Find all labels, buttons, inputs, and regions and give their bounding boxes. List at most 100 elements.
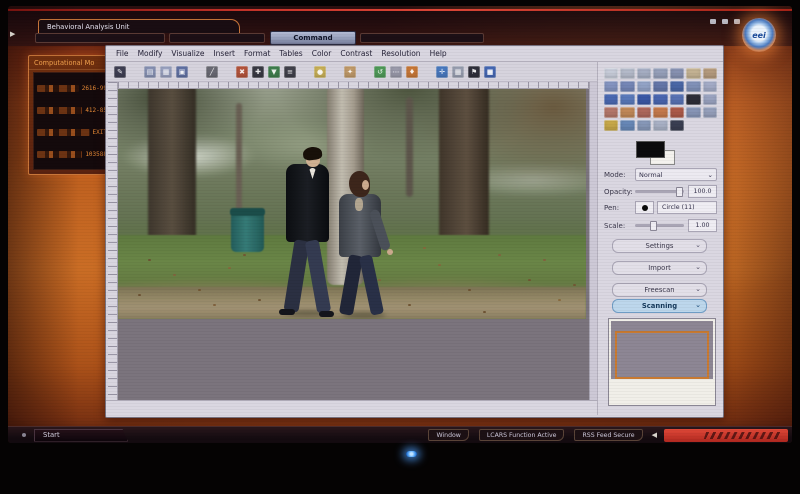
menu-insert[interactable]: Insert [213, 49, 235, 58]
select-by-color-icon[interactable] [670, 68, 684, 79]
window-control-dots[interactable] [710, 19, 740, 24]
align-icon[interactable] [670, 81, 684, 92]
readout-row: 412-85 [37, 104, 107, 116]
navigation-preview[interactable] [608, 318, 716, 406]
canvas-area[interactable] [108, 82, 597, 400]
flame-icon[interactable]: ♦ [406, 66, 418, 78]
tab-command[interactable]: Command [270, 31, 356, 45]
free-select-icon[interactable] [637, 68, 651, 79]
swatch-icon[interactable]: ■ [484, 66, 496, 78]
airbrush-icon[interactable] [670, 107, 684, 118]
eei-logo: eei [742, 18, 776, 52]
readout-row: 103588 [37, 148, 107, 160]
foreground-color-swatch[interactable] [636, 141, 665, 158]
open-folder-icon[interactable]: ▤ [144, 66, 156, 78]
layers-icon[interactable]: ≡ [284, 66, 296, 78]
paths-icon[interactable] [703, 68, 717, 79]
brush-preview[interactable] [635, 201, 654, 214]
shear-icon[interactable] [620, 94, 634, 105]
edge-arrow-icon[interactable]: ▶ [10, 30, 15, 38]
move-tool-icon[interactable] [653, 81, 667, 92]
taskbar-lcars-button[interactable]: LCARS Function Active [479, 429, 565, 441]
pencil-tool-icon[interactable] [620, 107, 634, 118]
menu-visualize[interactable]: Visualize [171, 49, 204, 58]
hand-icon[interactable]: ✦ [344, 66, 356, 78]
menu-help[interactable]: Help [430, 49, 447, 58]
menu-modify[interactable]: Modify [138, 49, 163, 58]
rect-select-icon[interactable] [604, 68, 618, 79]
shield-icon[interactable]: ▼ [268, 66, 280, 78]
tab-unlabeled-3[interactable] [360, 33, 484, 43]
settings-dropdown[interactable]: Settings ⌄ [612, 239, 707, 253]
magnify-icon[interactable] [620, 81, 634, 92]
scale-tool-icon[interactable] [604, 94, 618, 105]
menu-format[interactable]: Format [244, 49, 270, 58]
opacity-value[interactable]: 100.0 [688, 185, 717, 198]
heal-icon[interactable] [604, 120, 618, 131]
menu-bar: File Modify Visualize Insert Format Tables Col… [106, 46, 723, 62]
tab-behavioral-analysis-unit[interactable]: Behavioral Analysis Unit [38, 19, 240, 33]
flip-icon[interactable] [653, 94, 667, 105]
slider-knob[interactable] [650, 221, 657, 231]
lamp-icon[interactable]: ● [314, 66, 326, 78]
crop-icon[interactable] [686, 81, 700, 92]
grid-icon[interactable]: ▦ [452, 66, 464, 78]
vertical-scrollbar[interactable] [589, 82, 597, 400]
taskbar-window-button[interactable]: Window [428, 429, 468, 441]
viewport-outline[interactable] [615, 331, 709, 379]
anchor-icon[interactable]: ✚ [252, 66, 264, 78]
brush-icon[interactable] [670, 120, 684, 131]
chevron-down-icon: ⌄ [708, 171, 713, 179]
import-dropdown[interactable]: Import ⌄ [612, 261, 707, 275]
taskbar-rss-button[interactable]: RSS Feed Secure [574, 429, 642, 441]
chevron-down-icon: ⌄ [695, 284, 701, 295]
paintbrush-icon[interactable] [637, 107, 651, 118]
eraser-icon[interactable] [653, 107, 667, 118]
menu-resolution[interactable]: Resolution [381, 49, 420, 58]
refresh-icon[interactable]: ↺ [374, 66, 386, 78]
scanning-dropdown[interactable]: Scanning ⌄ [612, 299, 707, 313]
fuzzy-select-icon[interactable] [653, 68, 667, 79]
tab-unlabeled-1[interactable] [35, 33, 165, 43]
brush-name-field[interactable]: Circle (11) [657, 201, 717, 214]
smudge-icon[interactable] [637, 120, 651, 131]
start-button[interactable]: Start [34, 429, 128, 442]
flag-icon[interactable]: ⚑ [468, 66, 480, 78]
scale-label: Scale: [604, 222, 635, 230]
freescan-dropdown[interactable]: Freescan ⌄ [612, 283, 707, 297]
gradient-icon[interactable] [604, 107, 618, 118]
menu-color[interactable]: Color [312, 49, 332, 58]
park-photo[interactable] [118, 89, 586, 319]
opacity-slider[interactable] [635, 190, 684, 193]
pencil-icon[interactable]: ✎ [114, 66, 126, 78]
menu-tables[interactable]: Tables [279, 49, 302, 58]
rotate-icon[interactable] [703, 81, 717, 92]
text-tool-icon[interactable] [686, 94, 700, 105]
menu-contrast[interactable]: Contrast [340, 49, 372, 58]
divider-slash-icon[interactable]: ╱ [206, 66, 218, 78]
scale-value[interactable]: 1.00 [688, 219, 717, 232]
blur-sharpen-icon[interactable] [620, 120, 634, 131]
slider-knob[interactable] [676, 187, 683, 197]
taskbar: Start Window LCARS Function Active RSS Fee… [8, 426, 792, 443]
clone-icon[interactable] [703, 107, 717, 118]
save-icon[interactable]: ▦ [160, 66, 172, 78]
color-picker-icon[interactable] [604, 81, 618, 92]
cage-icon[interactable] [670, 94, 684, 105]
measure-icon[interactable] [637, 81, 651, 92]
more-dots-icon[interactable]: ⋯ [390, 66, 402, 78]
perspective-icon[interactable] [637, 94, 651, 105]
scissors-select-icon[interactable] [686, 68, 700, 79]
image-icon[interactable]: ▣ [176, 66, 188, 78]
bucket-fill-icon[interactable] [703, 94, 717, 105]
menu-file[interactable]: File [116, 49, 129, 58]
scale-slider[interactable] [635, 224, 684, 227]
ink-icon[interactable] [686, 107, 700, 118]
collapse-arrow-icon[interactable]: ◀ [652, 431, 657, 439]
cut-icon[interactable]: ✖ [236, 66, 248, 78]
mode-select[interactable]: Normal ⌄ [635, 168, 717, 181]
move-icon[interactable]: ✛ [436, 66, 448, 78]
dodge-burn-icon[interactable] [653, 120, 667, 131]
tab-unlabeled-2[interactable] [169, 33, 265, 43]
ellipse-select-icon[interactable] [620, 68, 634, 79]
